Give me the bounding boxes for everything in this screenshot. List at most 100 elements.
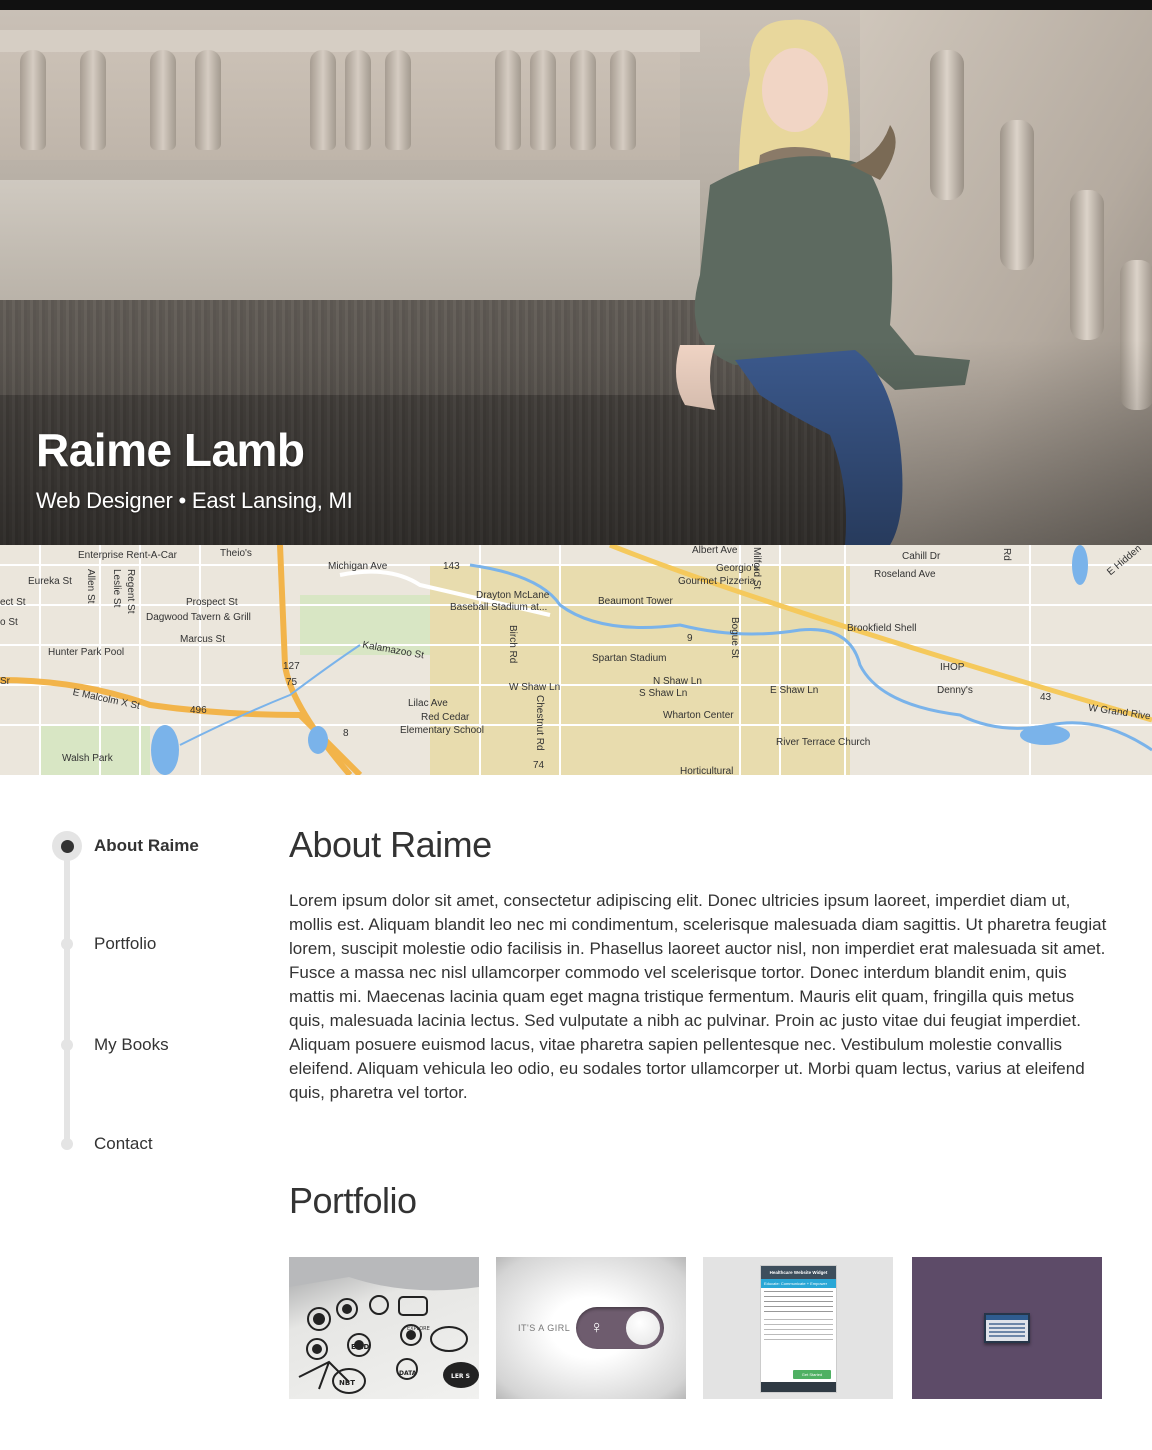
toggle-switch: ♀	[576, 1307, 664, 1349]
profile-subtitle: Web Designer • East Lansing, MI	[36, 488, 353, 513]
hero-baluster	[195, 50, 221, 150]
map-label: S Shaw Ln	[639, 688, 688, 699]
nav-item-portfolio[interactable]: Portfolio	[52, 929, 156, 959]
map-label: W Shaw Ln	[509, 682, 561, 693]
nav-item-about[interactable]: About Raime	[52, 831, 199, 861]
portfolio-thumb-sketches[interactable]: EXPLORE ECID NBT LER S DATA	[289, 1257, 479, 1399]
map-park-area	[40, 725, 150, 775]
map-label: 496	[190, 705, 207, 716]
nav-label: Contact	[94, 1134, 153, 1153]
map-label: Dagwood Tavern & Grill	[146, 612, 251, 623]
map-label: River Terrace Church	[776, 737, 871, 748]
map-label: Sr	[0, 676, 10, 687]
map-river	[179, 644, 361, 746]
map-label: 127	[283, 661, 300, 672]
sketch-word: ECID	[351, 1343, 370, 1351]
hero-rail	[0, 30, 700, 52]
nav-item-contact[interactable]: Contact	[52, 1129, 153, 1159]
widget-body	[761, 1288, 836, 1344]
map-label: Lilac Ave	[408, 698, 448, 709]
hero-baluster	[345, 50, 371, 150]
map-label: 74	[533, 760, 545, 771]
top-bar	[0, 0, 1152, 10]
sketch-word: NBT	[339, 1379, 355, 1387]
map-label: Beaumont Tower	[598, 596, 673, 607]
map-label: Chestnut Rd	[534, 695, 545, 751]
map-label: Elementary School	[400, 725, 484, 736]
map-label: Hunter Park Pool	[48, 647, 125, 658]
map-label: Enterprise Rent-A-Car	[78, 550, 177, 561]
hero-baluster	[1070, 190, 1104, 340]
portfolio-heading: Portfolio	[289, 1180, 417, 1221]
map-label: Michigan Ave	[328, 561, 388, 572]
widget-footer	[761, 1382, 836, 1392]
map-label: Rd	[1001, 548, 1012, 561]
map-label: Cahill Dr	[902, 551, 941, 562]
map-label: Horticultural	[680, 766, 734, 775]
nav-label: My Books	[94, 1035, 169, 1054]
map-label: N Shaw Ln	[653, 676, 702, 687]
map-label: Gourmet Pizzeria	[678, 576, 756, 587]
map-label: Eureka St	[28, 576, 72, 587]
browser-screen-icon	[984, 1313, 1030, 1343]
map-lake	[1072, 545, 1088, 585]
sketch-word: DATA	[399, 1370, 417, 1377]
portfolio-thumb-widget[interactable]: Healthcare Website Widget Educate: Commu…	[703, 1257, 893, 1399]
map-lake	[1020, 725, 1070, 745]
map-lake	[308, 726, 328, 754]
widget-mockup: Healthcare Website Widget Educate: Commu…	[760, 1265, 837, 1393]
hero-baluster	[495, 50, 521, 150]
map-label: Leslie St	[111, 569, 122, 608]
map-label: Prospect St	[186, 597, 238, 608]
sketch-artwork: EXPLORE ECID NBT LER S DATA	[289, 1257, 479, 1394]
sketch-word: LER S	[451, 1373, 470, 1380]
nav-item-my-books[interactable]: My Books	[52, 1030, 169, 1060]
map-lake	[151, 725, 179, 775]
sketch-word: EXPLORE	[407, 1326, 430, 1332]
location-map[interactable]: Enterprise Rent-A-Car Theio's Michigan A…	[0, 545, 1152, 775]
map-label: Baseball Stadium at...	[450, 602, 548, 613]
hero-baluster	[80, 50, 106, 150]
map-label: 143	[443, 561, 460, 572]
nav-dot-icon	[52, 831, 82, 861]
hero-baluster	[1000, 120, 1034, 270]
map-label: E Shaw Ln	[770, 685, 819, 696]
map-label: 8	[343, 728, 349, 739]
hero-baluster	[310, 50, 336, 150]
widget-tab: Educate: Communicate + Empower	[761, 1279, 836, 1288]
widget-title: Healthcare Website Widget	[761, 1266, 836, 1279]
portfolio-thumb-screen[interactable]	[912, 1257, 1102, 1399]
map-label: Spartan Stadium	[592, 653, 667, 664]
nav-dot-icon	[52, 929, 82, 959]
map-label: 9	[687, 633, 693, 644]
hero-banner: Raime Lamb Web Designer • East Lansing, …	[0, 10, 1152, 545]
toggle-knob	[626, 1311, 660, 1345]
portfolio-thumb-toggle[interactable]: IT'S A GIRL ♀	[496, 1257, 686, 1399]
map-label: Wharton Center	[663, 710, 734, 721]
map-label: 43	[1040, 692, 1052, 703]
map-label: ect St	[0, 597, 26, 608]
map-label: Regent St	[125, 569, 136, 614]
map-label: o St	[0, 617, 18, 628]
map-label: Drayton McLane	[476, 590, 550, 601]
girl-icon: ♀	[590, 1317, 604, 1337]
hero-baluster	[530, 50, 556, 150]
hero-baluster	[570, 50, 596, 150]
nav-label: Portfolio	[94, 934, 157, 953]
hero-baluster	[150, 50, 176, 150]
hero-paving	[0, 180, 700, 310]
map-label: Theio's	[220, 548, 252, 559]
nav-track	[64, 845, 70, 1145]
about-heading: About Raime	[289, 824, 492, 865]
map-label: Allen St	[85, 569, 96, 604]
map-label: Brookfield Shell	[847, 623, 917, 634]
map-label: Marcus St	[180, 634, 226, 645]
about-text: Lorem ipsum dolor sit amet, consectetur …	[289, 891, 1107, 1102]
map-label: Red Cedar	[421, 712, 470, 723]
nav-label: About Raime	[94, 836, 199, 855]
hero-baluster	[20, 50, 46, 150]
map-label: 75	[286, 677, 298, 688]
map-label: Walsh Park	[62, 753, 113, 764]
map-label: Birch Rd	[507, 625, 518, 664]
map-label: IHOP	[940, 662, 965, 673]
